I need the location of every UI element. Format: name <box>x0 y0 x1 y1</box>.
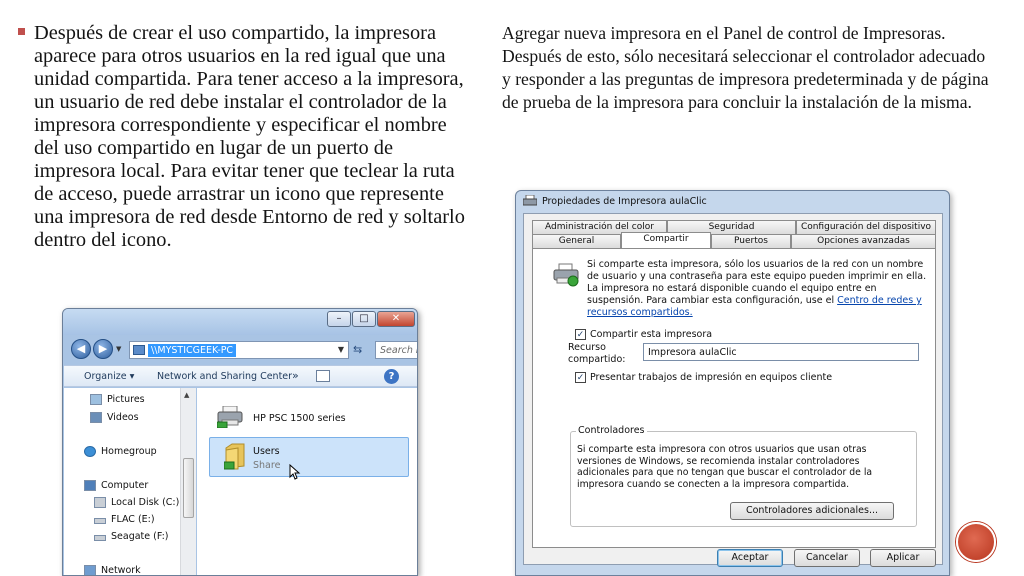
videos-icon <box>90 412 102 423</box>
explorer-window: – □ ✕ ◀ ▶ ▼ \\MYSTICGEEK-PC ▼ ⇆ Search M… <box>62 308 418 576</box>
tab-share[interactable]: Compartir <box>621 232 711 248</box>
network-sharing-center-button[interactable]: Network and Sharing Center <box>157 371 292 382</box>
tab-general[interactable]: General <box>532 234 621 248</box>
bullet-marker <box>18 28 25 35</box>
users-share-item[interactable]: Users Share <box>209 437 409 477</box>
search-input[interactable]: Search MYSTIC... <box>375 341 417 359</box>
address-row: ◀ ▶ ▼ \\MYSTICGEEK-PC ▼ ⇆ Search MYSTIC.… <box>63 335 417 365</box>
drive-icon <box>94 535 106 541</box>
drive-icon <box>94 518 106 524</box>
dialog-title: Propiedades de Impresora aulaClic <box>542 196 707 207</box>
command-bar: Organize ▾ Network and Sharing Center » … <box>64 365 417 387</box>
share-type: Share <box>253 460 281 471</box>
drivers-group: Controladores Si comparte esta impresora… <box>570 425 917 527</box>
share-printer-label: Compartir esta impresora <box>590 329 713 340</box>
cancel-button[interactable]: Cancelar <box>794 549 860 567</box>
folder-icon <box>224 443 245 470</box>
nav-scrollbar[interactable]: ▲ <box>180 388 196 575</box>
network-icon <box>84 565 96 575</box>
minimize-button[interactable]: – <box>327 311 351 327</box>
mouse-cursor-icon <box>289 464 301 480</box>
forward-icon[interactable]: ▶ <box>93 339 113 359</box>
shared-printer-icon <box>553 263 579 287</box>
tab-device-settings[interactable]: Configuración del dispositivo <box>796 220 936 234</box>
tab-advanced[interactable]: Opciones avanzadas <box>791 234 936 248</box>
content-pane: HP PSC 1500 series Users Share <box>197 388 417 575</box>
scroll-up-icon[interactable]: ▲ <box>184 391 189 399</box>
change-view-icon[interactable] <box>316 370 330 382</box>
drivers-legend: Controladores <box>576 425 647 436</box>
share-tab-page: Si comparte esta impresora, sólo los usu… <box>532 248 936 548</box>
checkbox-checked-icon[interactable]: ✓ <box>575 329 586 340</box>
printer-icon <box>217 406 243 428</box>
nav-label: Seagate (F:) <box>111 531 169 542</box>
nav-label: Pictures <box>107 394 145 405</box>
left-paragraph: Después de crear el uso compartido, la i… <box>34 22 465 251</box>
drivers-text: Si comparte esta impresora con otros usu… <box>577 444 873 490</box>
maximize-button[interactable]: □ <box>352 311 376 327</box>
dialog-body: Administración del color Seguridad Confi… <box>523 213 943 565</box>
search-placeholder: Search MYSTIC... <box>380 345 417 356</box>
drive-icon <box>94 497 106 508</box>
share-name-field[interactable]: Impresora aulaClic <box>643 343 919 361</box>
help-icon[interactable]: ? <box>384 369 399 384</box>
ok-button[interactable]: Aceptar <box>717 549 783 567</box>
tab-ports[interactable]: Puertos <box>711 234 791 248</box>
nav-label: Videos <box>107 412 139 423</box>
network-printer-item[interactable]: HP PSC 1500 series <box>213 400 403 436</box>
slide-number-badge <box>956 522 996 562</box>
explorer-titlebar: – □ ✕ <box>63 309 417 335</box>
organize-button[interactable]: Organize ▾ <box>84 371 134 382</box>
pictures-icon <box>90 394 102 405</box>
share-name-label: Recurso compartido: <box>568 342 626 365</box>
checkbox-checked-icon[interactable]: ✓ <box>575 372 586 383</box>
scroll-thumb[interactable] <box>183 458 194 518</box>
nav-label: Homegroup <box>101 446 157 457</box>
nav-label: Local Disk (C:) <box>111 497 180 508</box>
share-name: Users <box>253 446 280 457</box>
printer-properties-dialog: Propiedades de Impresora aulaClic Admini… <box>515 190 950 576</box>
share-name-value: Impresora aulaClic <box>648 347 737 358</box>
right-paragraph: Agregar nueva impresora en el Panel de c… <box>502 23 989 112</box>
refresh-icon[interactable]: ⇆ <box>353 343 362 356</box>
close-button[interactable]: ✕ <box>377 311 415 327</box>
computer-icon <box>84 480 96 491</box>
render-jobs-label: Presentar trabajos de impresión en equip… <box>590 372 833 383</box>
computer-icon <box>133 345 145 355</box>
nav-label: Computer <box>101 480 149 491</box>
back-icon[interactable]: ◀ <box>71 339 91 359</box>
left-text-block: Después de crear el uso compartido, la i… <box>18 22 470 252</box>
sharing-info-text: Si comparte esta impresora, sólo los usu… <box>587 259 927 319</box>
printer-icon <box>523 195 537 206</box>
apply-button[interactable]: Aplicar <box>870 549 936 567</box>
printer-name: HP PSC 1500 series <box>253 413 346 424</box>
address-text: \\MYSTICGEEK-PC <box>148 344 237 357</box>
nav-label: FLAC (E:) <box>111 514 155 525</box>
nav-label: Network <box>101 565 141 576</box>
more-commands-icon[interactable]: » <box>292 369 299 382</box>
address-dropdown-icon[interactable]: ▼ <box>338 345 344 354</box>
recent-pages-icon[interactable]: ▼ <box>116 345 121 353</box>
address-bar[interactable]: \\MYSTICGEEK-PC ▼ <box>129 341 349 359</box>
additional-drivers-button[interactable]: Controladores adicionales... <box>730 502 894 520</box>
homegroup-icon <box>84 446 96 457</box>
navigation-pane: Pictures Videos Homegroup Computer Local… <box>64 388 196 576</box>
